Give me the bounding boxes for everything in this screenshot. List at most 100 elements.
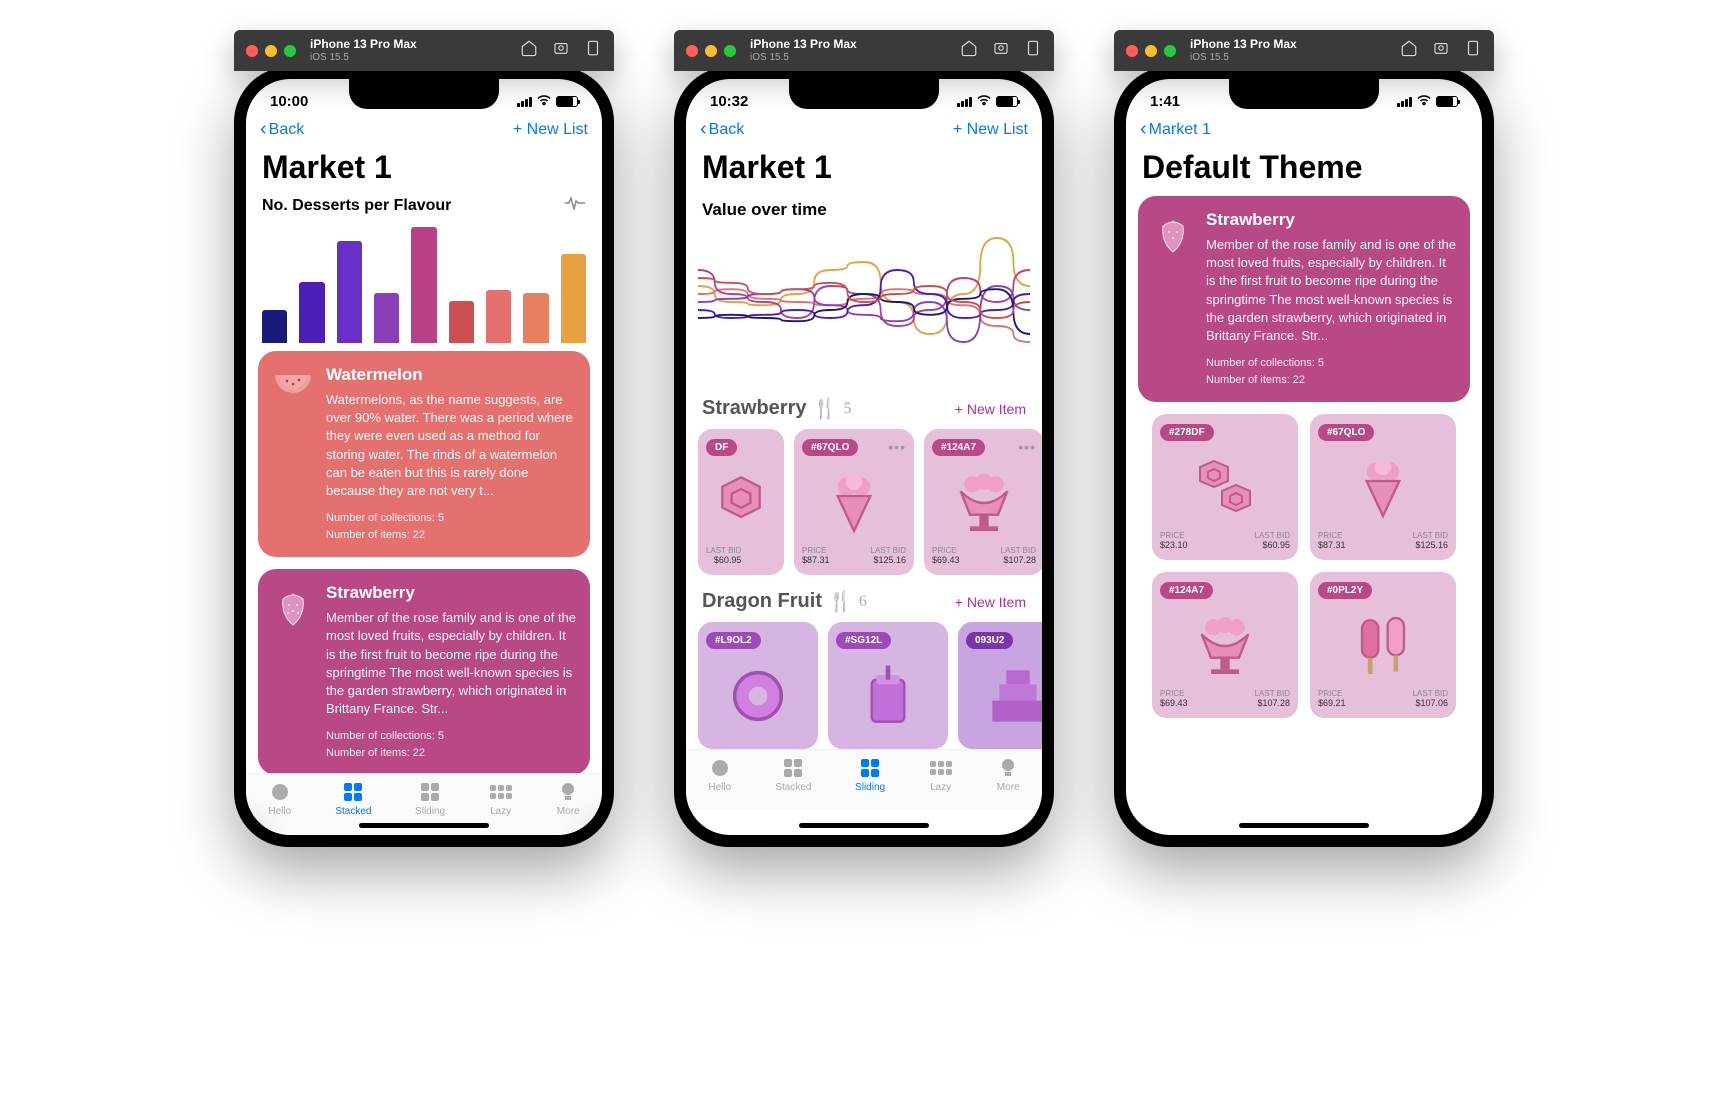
tab-hello[interactable]: Hello (708, 756, 732, 793)
cake-icon (983, 661, 1042, 731)
new-item-button[interactable]: + New Item (955, 401, 1026, 417)
back-button[interactable]: ‹Back (260, 118, 304, 141)
card-body: Member of the rose family and is one of … (326, 609, 576, 718)
zoom-icon[interactable] (1164, 45, 1176, 57)
minimize-icon[interactable] (1145, 45, 1157, 57)
tab-stacked[interactable]: Stacked (335, 780, 371, 817)
chevron-left-icon: ‹ (1140, 118, 1147, 141)
minimize-icon[interactable] (705, 45, 717, 57)
smiley-icon (268, 780, 292, 804)
back-button[interactable]: ‹Market 1 (1140, 118, 1211, 141)
tab-hello[interactable]: Hello (268, 780, 292, 817)
xcode-toolbar: iPhone 13 Pro MaxiOS 15.5 (1114, 30, 1494, 71)
line-chart[interactable] (686, 222, 1042, 382)
battery-icon (1436, 96, 1458, 107)
home-icon[interactable] (1400, 39, 1418, 62)
item-card[interactable]: #0PL2Y PRICE$69.21LAST BID$107.06 (1310, 572, 1456, 718)
item-card[interactable]: 093U2 (958, 622, 1042, 749)
window-controls[interactable] (246, 45, 296, 57)
device-1: iPhone 13 Pro Max iOS 15.5 10:00 ‹B (234, 30, 614, 847)
sundae-icon (949, 468, 1019, 538)
close-icon[interactable] (246, 45, 258, 57)
grid-icon (490, 785, 512, 799)
card-strawberry[interactable]: Strawberry Member of the rose family and… (258, 569, 590, 773)
tab-sliding[interactable]: Sliding (415, 780, 445, 817)
rotate-icon[interactable] (584, 39, 602, 62)
nav-header: ‹Back + New List (246, 114, 602, 149)
screenshot-icon[interactable] (992, 39, 1010, 62)
cellular-icon (1397, 97, 1412, 107)
donut-icon (723, 661, 793, 731)
minimize-icon[interactable] (265, 45, 277, 57)
item-card[interactable]: #L9OL2 (698, 622, 818, 749)
card-body: Member of the rose family and is one of … (1206, 236, 1456, 345)
more-icon[interactable]: ••• (1018, 439, 1036, 455)
tab-more[interactable]: More (556, 780, 580, 817)
screenshot-icon[interactable] (552, 39, 570, 62)
donut-icon (1190, 453, 1260, 523)
tab-lazy[interactable]: Lazy (489, 780, 513, 817)
new-list-button[interactable]: + New List (513, 121, 588, 139)
tab-stacked[interactable]: Stacked (775, 756, 811, 793)
card-watermelon[interactable]: Watermelon Watermelons, as the name sugg… (258, 351, 590, 557)
home-icon[interactable] (520, 39, 538, 62)
back-button[interactable]: ‹Back (700, 118, 744, 141)
rotate-icon[interactable] (1464, 39, 1482, 62)
close-icon[interactable] (1126, 45, 1138, 57)
grid-icon (344, 783, 362, 801)
dragonfruit-items[interactable]: #L9OL2 #SG12L 093U2 (686, 622, 1042, 749)
home-indicator[interactable] (1239, 823, 1369, 828)
cellular-icon (957, 97, 972, 107)
phone-frame: 10:00 ‹Back + New List Market 1 No. Dess… (234, 67, 614, 847)
xcode-toolbar: iPhone 13 Pro MaxiOS 15.5 (674, 30, 1054, 71)
window-controls[interactable] (686, 45, 736, 57)
utensils-icon: 🍴 (813, 396, 838, 421)
chart-title: No. Desserts per Flavour (262, 197, 451, 215)
item-card[interactable]: DF LAST BID$60.95 (698, 429, 784, 575)
item-card[interactable]: #124A7••• PRICE$69.43LAST BID$107.28 (924, 429, 1042, 575)
popsicle-icon (1348, 611, 1418, 681)
new-list-button[interactable]: + New List (953, 121, 1028, 139)
strawberry-icon (273, 587, 313, 627)
cup-icon (853, 661, 923, 731)
activity-icon[interactable] (564, 196, 586, 215)
zoom-icon[interactable] (724, 45, 736, 57)
tab-sliding[interactable]: Sliding (855, 756, 885, 793)
item-card[interactable]: #67QLO••• PRICE$87.31LAST BID$125.16 (794, 429, 914, 575)
window-controls[interactable] (1126, 45, 1176, 57)
new-item-button[interactable]: + New Item (955, 594, 1026, 610)
home-indicator[interactable] (359, 823, 489, 828)
page-title: Default Theme (1126, 149, 1482, 196)
utensils-icon: 🍴 (828, 589, 853, 614)
card-body: Watermelons, as the name suggests, are o… (326, 391, 576, 500)
ice-cream-icon (1348, 453, 1418, 523)
bar-chart[interactable] (246, 221, 602, 351)
strawberry-items[interactable]: DF LAST BID$60.95 #67QLO••• PRICE$87.31L… (686, 429, 1042, 575)
item-card[interactable]: #SG12L (828, 622, 948, 749)
item-card[interactable]: #124A7 PRICE$69.43LAST BID$107.28 (1152, 572, 1298, 718)
close-icon[interactable] (686, 45, 698, 57)
zoom-icon[interactable] (284, 45, 296, 57)
os-version: iOS 15.5 (310, 52, 417, 63)
chevron-left-icon: ‹ (260, 118, 267, 141)
tab-more[interactable]: More (996, 756, 1020, 793)
cellular-icon (517, 97, 532, 107)
clock: 10:32 (710, 93, 748, 110)
card-strawberry[interactable]: Strawberry Member of the rose family and… (1138, 196, 1470, 402)
tab-lazy[interactable]: Lazy (929, 756, 953, 793)
device-name: iPhone 13 Pro Max (310, 38, 417, 50)
home-icon[interactable] (960, 39, 978, 62)
rotate-icon[interactable] (1024, 39, 1042, 62)
wifi-icon (1416, 93, 1432, 110)
clock: 1:41 (1150, 93, 1180, 110)
sundae-icon (1190, 611, 1260, 681)
section-strawberry: Strawberry🍴5 (702, 396, 851, 421)
item-card[interactable]: #67QLO PRICE$87.31LAST BID$125.16 (1310, 414, 1456, 560)
donut-icon (706, 468, 776, 538)
bulb-icon (556, 780, 580, 804)
more-icon[interactable]: ••• (888, 439, 906, 455)
item-card[interactable]: #278DF PRICE$23.10LAST BID$60.95 (1152, 414, 1298, 560)
card-title: Strawberry (1206, 210, 1456, 230)
screenshot-icon[interactable] (1432, 39, 1450, 62)
home-indicator[interactable] (799, 823, 929, 828)
